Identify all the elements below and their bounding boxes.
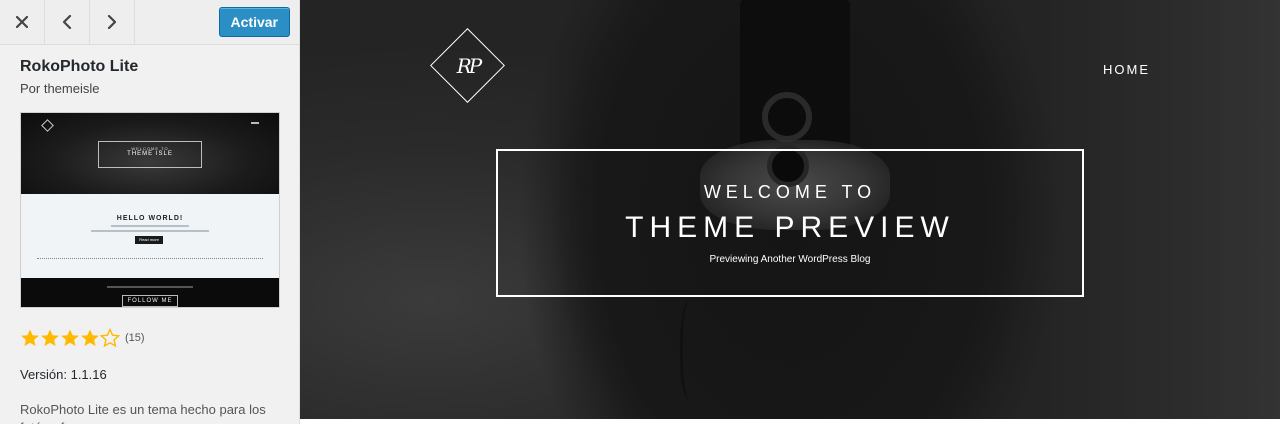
camera-strap	[680, 300, 704, 400]
thumbnail-hero: WELCOME TO THEME ISLE	[21, 113, 279, 194]
hero-subtitle: Previewing Another WordPress Blog	[709, 254, 871, 265]
thumbnail-body: HELLO WORLD! Read more	[21, 194, 279, 278]
chevron-right-icon	[107, 15, 117, 29]
next-theme-button[interactable]	[90, 0, 135, 44]
thumbnail-hero-box: WELCOME TO THEME ISLE	[98, 141, 202, 168]
rating-count: (15)	[125, 332, 145, 344]
star-empty-icon	[100, 328, 120, 348]
star-filled-icon	[61, 329, 79, 346]
theme-preview: RP HOME WELCOME TO THEME PREVIEW Preview…	[300, 0, 1280, 419]
thumbnail-meta-line	[111, 225, 189, 227]
star-filled-icon	[41, 329, 59, 346]
preview-bottom-edge	[300, 419, 1280, 424]
customizer-toolbar: Activar	[0, 0, 299, 45]
close-button[interactable]	[0, 0, 45, 44]
theme-screenshot: WELCOME TO THEME ISLE HELLO WORLD! Read …	[20, 112, 280, 308]
theme-version: Versión: 1.1.16	[20, 367, 107, 382]
nav-home-link[interactable]: HOME	[1103, 62, 1150, 77]
thumbnail-read-more: Read more	[135, 236, 163, 244]
chevron-left-icon	[62, 15, 72, 29]
thumbnail-footer-line	[107, 286, 193, 288]
hero-box: WELCOME TO THEME PREVIEW Previewing Anot…	[496, 149, 1084, 297]
thumbnail-menu-icon	[251, 122, 259, 124]
camera-lens-icon	[762, 92, 812, 142]
hero-title: THEME PREVIEW	[625, 211, 955, 244]
hero-welcome: WELCOME TO	[703, 182, 877, 202]
thumbnail-divider	[37, 258, 263, 259]
previous-theme-button[interactable]	[45, 0, 90, 44]
thumbnail-footer: FOLLOW ME	[21, 278, 279, 307]
thumbnail-post-title: HELLO WORLD!	[116, 215, 184, 222]
theme-description: RokoPhoto Lite es un tema hecho para los…	[20, 402, 266, 424]
theme-name: RokoPhoto Lite	[20, 58, 139, 75]
activate-button[interactable]: Activar	[218, 7, 290, 37]
theme-author: Por themeisle	[20, 81, 100, 96]
theme-details-sidebar: Activar RokoPhoto Lite Por themeisle WEL…	[0, 0, 300, 424]
star-filled-icon	[81, 329, 99, 346]
close-icon	[16, 16, 28, 28]
thumbnail-excerpt-line	[91, 230, 209, 232]
star-filled-icon	[21, 329, 39, 346]
thumbnail-hero-big: THEME ISLE	[127, 151, 173, 157]
site-logo-text[interactable]: RP	[430, 42, 506, 90]
theme-rating: (15)	[20, 328, 145, 348]
thumbnail-logo-icon	[41, 119, 54, 132]
thumbnail-follow-button: FOLLOW ME	[122, 295, 178, 307]
